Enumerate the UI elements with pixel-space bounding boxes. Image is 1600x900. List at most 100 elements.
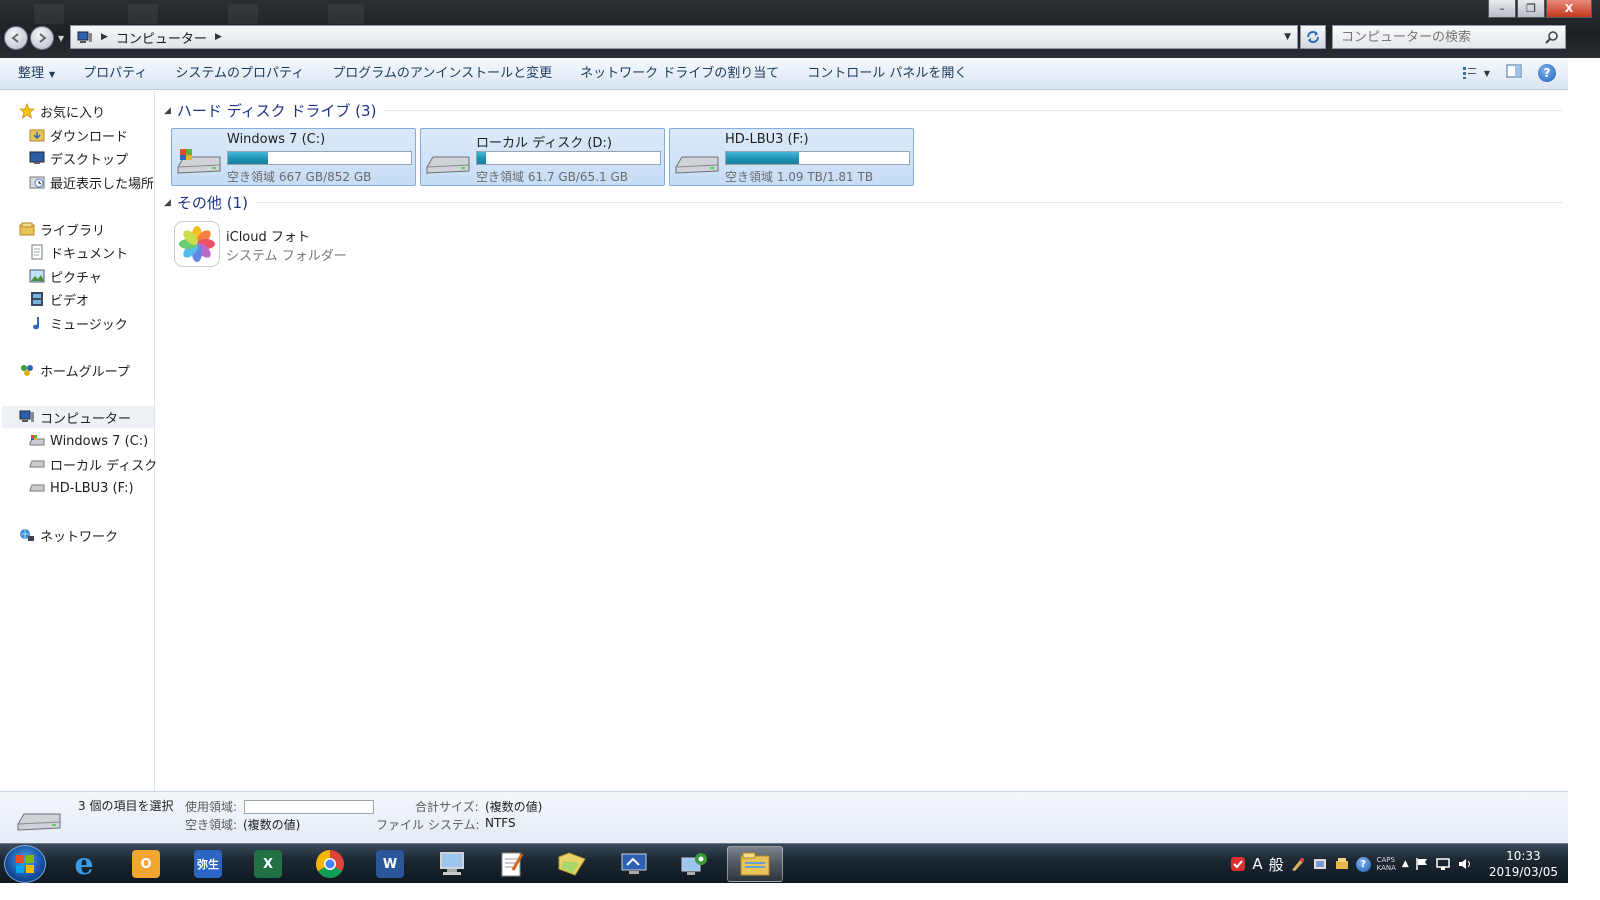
breadcrumb-separator[interactable]: ▶ (215, 32, 222, 42)
chevron-down-icon: ▼ (49, 69, 56, 79)
sidebar-item-favorites[interactable]: お気に入り (18, 100, 105, 122)
maximize-button[interactable]: ❐ (1517, 0, 1545, 18)
collapse-triangle-icon[interactable]: ◢ (164, 198, 171, 208)
sidebar-item-desktop[interactable]: デスクトップ (28, 147, 128, 169)
taskbar-remote-desktop[interactable] (606, 846, 662, 882)
search-box[interactable] (1332, 25, 1566, 49)
chrome-icon (316, 850, 344, 878)
sidebar-item-recent-places[interactable]: 最近表示した場所 (28, 171, 154, 193)
sidebar-item-music[interactable]: ミュージック (28, 312, 128, 334)
change-view-button[interactable]: ▼ (1462, 66, 1490, 80)
search-icon[interactable] (1545, 30, 1559, 48)
taskbar-word[interactable]: W (362, 846, 418, 882)
sidebar-item-drive-d[interactable]: ローカル ディスク ( (28, 453, 166, 475)
breadcrumb-computer[interactable]: コンピューター (116, 28, 207, 47)
ime-tool-icon[interactable] (1334, 856, 1350, 872)
drive-usage-fill (477, 152, 487, 164)
chevron-down-icon: ▼ (1483, 68, 1490, 78)
icloud-photos-item[interactable]: iCloud フォト システム フォルダー (174, 221, 374, 271)
taskbar-folder[interactable] (544, 846, 600, 882)
music-note-icon (28, 315, 46, 331)
taskbar-outlook[interactable]: O (118, 846, 174, 882)
action-center-flag-icon[interactable] (1415, 857, 1429, 871)
taskbar-internet-explorer[interactable]: e (56, 846, 112, 882)
item-name: iCloud フォト (226, 230, 310, 245)
library-icon (18, 221, 36, 237)
refresh-button[interactable] (1300, 25, 1326, 49)
sidebar-item-label: ダウンロード (50, 129, 129, 145)
minimize-button[interactable]: – (1488, 0, 1516, 18)
sidebar-item-label: ミュージック (50, 317, 128, 333)
help-icon[interactable]: ? (1538, 64, 1556, 82)
drive-free-space: 空き領域 667 GB/852 GB (227, 170, 372, 184)
taskbar-notepad[interactable] (484, 846, 540, 882)
caps-kana-indicator: CAPS KANA (1377, 856, 1396, 872)
total-size-value: (複数の値) (485, 800, 543, 814)
clock[interactable]: 10:33 2019/03/05 (1489, 848, 1558, 880)
drive-name: HD-LBU3 (F:) (725, 132, 809, 147)
ime-dictionary-icon[interactable] (1312, 856, 1328, 872)
pictures-icon (28, 268, 46, 284)
sidebar-item-videos[interactable]: ビデオ (28, 288, 89, 310)
taskbar-excel[interactable]: X (240, 846, 296, 882)
sidebar-item-network[interactable]: ネットワーク (18, 524, 118, 546)
group-header-hard-disks[interactable]: ◢ ハード ディスク ドライブ (3) (164, 100, 1562, 121)
collapse-triangle-icon[interactable]: ◢ (164, 106, 171, 116)
taskbar-network-setup[interactable] (666, 846, 722, 882)
taskbar-computer[interactable] (424, 846, 480, 882)
ime-brush-icon[interactable] (1290, 856, 1306, 872)
network-status-icon[interactable] (1435, 857, 1451, 871)
forward-button[interactable] (30, 26, 54, 50)
uninstall-program-button[interactable]: プログラムのアンインストールと変更 (318, 58, 566, 90)
group-title: その他 (1) (176, 194, 248, 212)
sidebar-item-documents[interactable]: ドキュメント (28, 241, 128, 263)
start-button[interactable] (4, 845, 46, 883)
security-app-icon[interactable] (1230, 856, 1246, 872)
drive-tile-f[interactable]: HD-LBU3 (F:) 空き領域 1.09 TB/1.81 TB (669, 128, 914, 186)
outlook-icon: O (132, 850, 160, 878)
sidebar-item-drive-c[interactable]: Windows 7 (C:) (28, 430, 148, 452)
sidebar-item-drive-f[interactable]: HD-LBU3 (F:) (28, 477, 134, 499)
sidebar-item-pictures[interactable]: ピクチャ (28, 265, 102, 287)
windows-drive-icon (176, 147, 222, 181)
sidebar-item-computer[interactable]: コンピューター (2, 406, 154, 428)
open-control-panel-button[interactable]: コントロール パネルを開く (793, 58, 981, 90)
show-hidden-icons-button[interactable]: ▲ (1402, 859, 1409, 869)
organize-menu[interactable]: 整理 ▼ (0, 58, 69, 90)
properties-button[interactable]: プロパティ (69, 58, 161, 90)
notepad-icon (501, 852, 524, 877)
map-network-drive-button[interactable]: ネットワーク ドライブの割り当て (566, 58, 793, 90)
drive-usage-bar (725, 151, 910, 165)
document-icon (28, 244, 46, 260)
drive-tile-c[interactable]: Windows 7 (C:) 空き領域 667 GB/852 GB (171, 128, 416, 186)
system-properties-button[interactable]: システムのプロパティ (161, 58, 318, 90)
clock-date: 2019/03/05 (1488, 865, 1558, 879)
preview-pane-button[interactable] (1506, 64, 1522, 82)
taskbar-yayoi[interactable]: 弥生 (180, 846, 236, 882)
back-button[interactable] (4, 26, 28, 50)
ime-help-icon[interactable]: ? (1355, 856, 1371, 872)
hard-drive-icon (16, 804, 62, 838)
taskbar: e O 弥生 X W A 般 ? CAPS KANA ▲ 10:33 2019/… (0, 843, 1568, 883)
computer-icon (440, 852, 464, 875)
sidebar-item-libraries[interactable]: ライブラリ (18, 218, 105, 240)
search-input[interactable] (1341, 29, 1541, 45)
address-bar[interactable]: ▶ コンピューター ▶ ▼ (70, 25, 1298, 49)
group-header-other[interactable]: ◢ その他 (1) (164, 192, 1562, 213)
address-dropdown[interactable]: ▼ (1284, 32, 1291, 42)
drive-tile-d[interactable]: ローカル ディスク (D:) 空き領域 61.7 GB/65.1 GB (420, 128, 665, 186)
file-system-label: ファイル システム: (376, 818, 480, 832)
recent-pages-dropdown[interactable]: ▼ (58, 34, 64, 43)
taskbar-explorer[interactable] (727, 846, 783, 882)
sidebar-item-homegroup[interactable]: ホームグループ (18, 359, 130, 381)
ime-kanji-indicator[interactable]: 般 (1269, 854, 1284, 875)
volume-icon[interactable] (1457, 857, 1473, 871)
sidebar-item-downloads[interactable]: ダウンロード (28, 124, 128, 146)
sidebar-item-label: ローカル ディスク ( (50, 458, 167, 474)
ime-mode-indicator[interactable]: A (1252, 855, 1262, 873)
breadcrumb-separator[interactable]: ▶ (101, 32, 108, 42)
background-icon-ghost (228, 4, 258, 24)
taskbar-chrome[interactable] (302, 846, 358, 882)
video-icon (28, 291, 46, 307)
close-button[interactable]: X (1546, 0, 1592, 18)
